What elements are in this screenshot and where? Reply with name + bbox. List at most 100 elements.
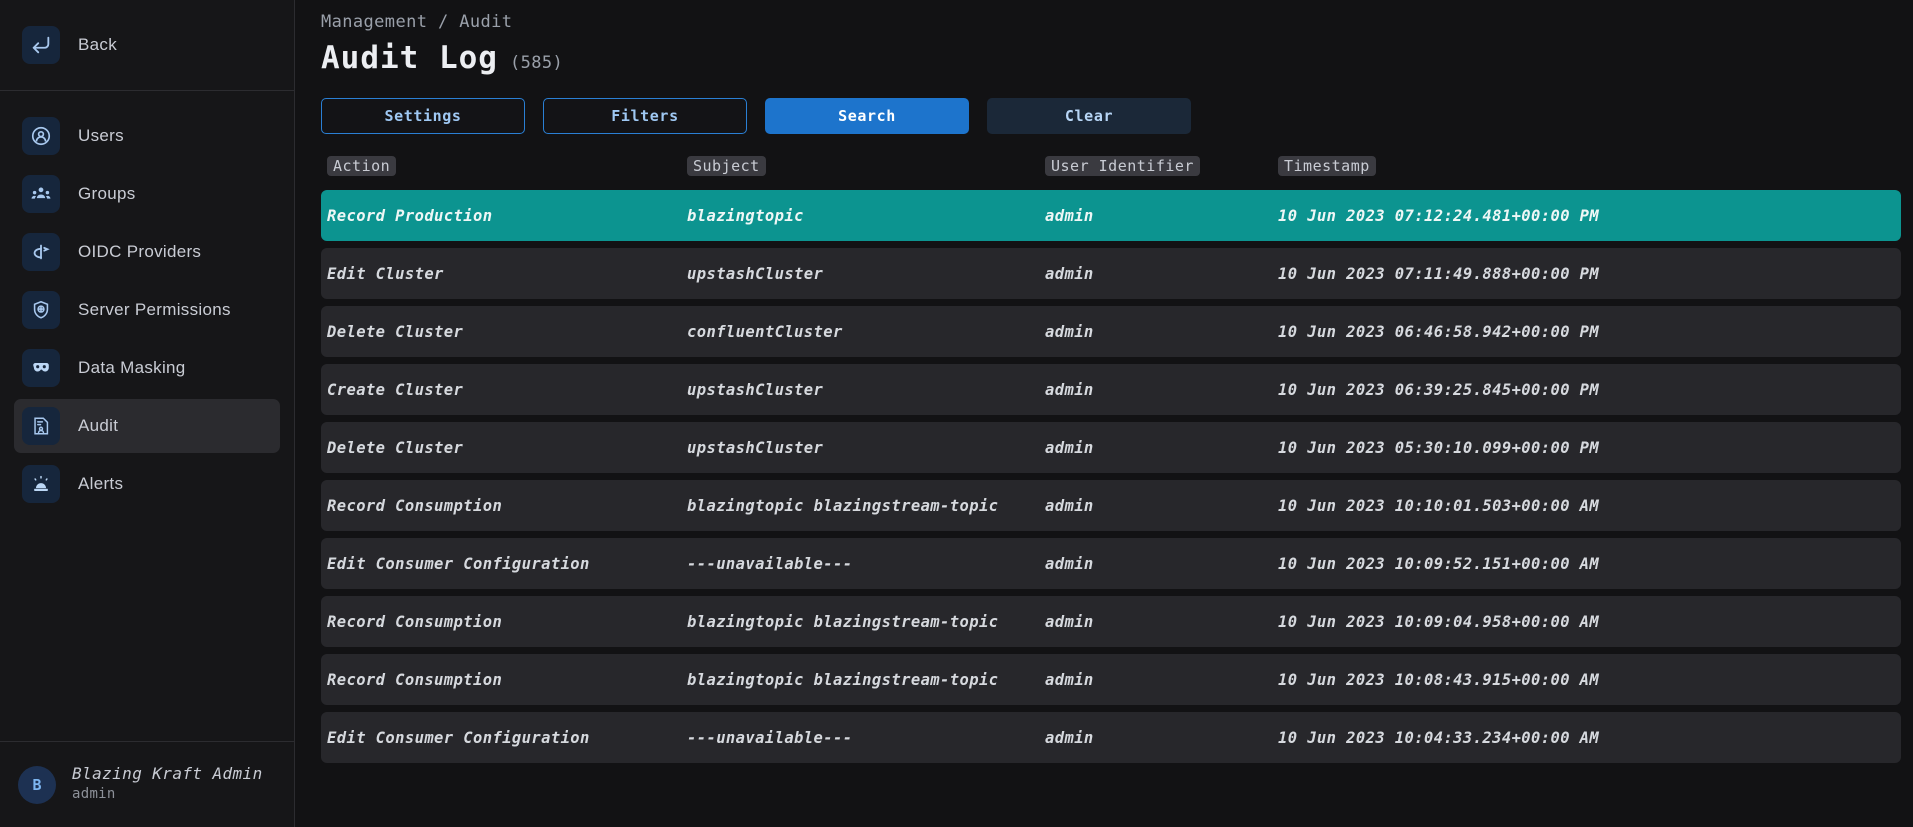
column-header-user-wrap: User Identifier bbox=[1045, 156, 1278, 178]
table-row[interactable]: Edit Cluster upstashCluster admin 10 Jun 20… bbox=[321, 248, 1901, 299]
sidebar-item-label-oidc: OIDC Providers bbox=[78, 242, 202, 261]
cell-action: Record Consumption bbox=[327, 496, 503, 515]
cell-action: Edit Consumer Configuration bbox=[327, 554, 590, 573]
cell-action: Delete Cluster bbox=[327, 438, 464, 457]
sidebar-item-label-back: Back bbox=[78, 35, 117, 54]
search-button[interactable]: Search bbox=[765, 98, 969, 134]
cell-timestamp: 10 Jun 2023 10:08:43.915+00:00 AM bbox=[1278, 670, 1600, 689]
profile-name: Blazing Kraft Admin bbox=[72, 764, 263, 784]
table-row[interactable]: Edit Consumer Configuration ---unavailabl… bbox=[321, 712, 1901, 763]
avatar: B bbox=[18, 765, 56, 804]
cell-timestamp: 10 Jun 2023 10:09:52.151+00:00 AM bbox=[1278, 554, 1600, 573]
column-header-timestamp-wrap: Timestamp bbox=[1278, 156, 1883, 178]
sidebar-item-label-alerts: Alerts bbox=[78, 474, 124, 493]
cell-action: Record Production bbox=[327, 206, 493, 225]
sidebar-top-section: Back bbox=[0, 0, 294, 91]
cell-timestamp: 10 Jun 2023 06:46:58.942+00:00 PM bbox=[1278, 322, 1600, 341]
audit-log-table: Record Production blazingtopic admin 10 Jun… bbox=[321, 190, 1901, 763]
cell-user-identifier: admin bbox=[1045, 612, 1094, 631]
cell-timestamp: 10 Jun 2023 05:30:10.099+00:00 PM bbox=[1278, 438, 1600, 457]
cell-subject: blazingtopic blazingstream-topic bbox=[687, 496, 999, 515]
audit-document-icon bbox=[22, 407, 60, 445]
table-row[interactable]: Record Consumption blazingtopic blazingst… bbox=[321, 596, 1901, 647]
table-row[interactable]: Record Production blazingtopic admin 10 Jun… bbox=[321, 190, 1901, 241]
toolbar: Settings Filters Search Clear bbox=[321, 98, 1889, 134]
cell-subject: blazingtopic bbox=[687, 206, 804, 225]
cell-user-identifier: admin bbox=[1045, 438, 1094, 457]
groups-icon bbox=[22, 175, 60, 213]
settings-button[interactable]: Settings bbox=[321, 98, 525, 134]
cell-subject: confluentCluster bbox=[687, 322, 843, 341]
cell-user-identifier: admin bbox=[1045, 496, 1094, 515]
mask-icon bbox=[22, 349, 60, 387]
sidebar-item-data-masking[interactable]: Data Masking bbox=[14, 341, 280, 395]
page-title-row: Audit Log (585) bbox=[321, 40, 1889, 76]
column-header-action[interactable]: Action bbox=[327, 156, 397, 176]
profile-text-block: Blazing Kraft Admin admin bbox=[72, 764, 263, 804]
cell-subject: blazingtopic blazingstream-topic bbox=[687, 612, 999, 631]
sidebar-item-oidc-providers[interactable]: OIDC Providers bbox=[14, 225, 280, 279]
breadcrumb: Management / Audit bbox=[321, 12, 513, 32]
sidebar-item-label-users: Users bbox=[78, 126, 124, 145]
column-header-user-identifier[interactable]: User Identifier bbox=[1045, 156, 1200, 176]
sidebar-item-server-permissions[interactable]: Server Permissions bbox=[14, 283, 280, 337]
page-title: Audit Log bbox=[321, 40, 498, 76]
sidebar-item-audit[interactable]: Audit bbox=[14, 399, 280, 453]
table-header-row: Action Subject User Identifier Timestamp bbox=[321, 156, 1889, 178]
cell-action: Record Consumption bbox=[327, 612, 503, 631]
sidebar-nav: Users Groups OIDC Providers Server Permi… bbox=[0, 91, 294, 741]
sidebar-item-users[interactable]: Users bbox=[14, 109, 280, 163]
cell-subject: upstashCluster bbox=[687, 380, 824, 399]
cell-timestamp: 10 Jun 2023 10:04:33.234+00:00 AM bbox=[1278, 728, 1600, 747]
sidebar-item-label-data-masking: Data Masking bbox=[78, 358, 186, 377]
cell-timestamp: 10 Jun 2023 10:09:04.958+00:00 AM bbox=[1278, 612, 1600, 631]
cell-user-identifier: admin bbox=[1045, 322, 1094, 341]
cell-timestamp: 10 Jun 2023 07:11:49.888+00:00 PM bbox=[1278, 264, 1600, 283]
cell-user-identifier: admin bbox=[1045, 206, 1094, 225]
sidebar: Back Users Groups OIDC Providers Server … bbox=[0, 0, 295, 827]
sidebar-user-profile[interactable]: B Blazing Kraft Admin admin bbox=[0, 741, 294, 827]
sidebar-item-label-groups: Groups bbox=[78, 184, 136, 203]
cell-subject: upstashCluster bbox=[687, 438, 824, 457]
table-row[interactable]: Record Consumption blazingtopic blazingst… bbox=[321, 480, 1901, 531]
column-header-timestamp[interactable]: Timestamp bbox=[1278, 156, 1376, 176]
back-arrow-icon bbox=[22, 26, 60, 64]
cell-action: Delete Cluster bbox=[327, 322, 464, 341]
table-row[interactable]: Create Cluster upstashCluster admin 10 Jun … bbox=[321, 364, 1901, 415]
table-row[interactable]: Edit Consumer Configuration ---unavailabl… bbox=[321, 538, 1901, 589]
cell-timestamp: 10 Jun 2023 10:10:01.503+00:00 AM bbox=[1278, 496, 1600, 515]
user-circle-icon bbox=[22, 117, 60, 155]
sidebar-item-alerts[interactable]: Alerts bbox=[14, 457, 280, 511]
cell-user-identifier: admin bbox=[1045, 670, 1094, 689]
clear-button[interactable]: Clear bbox=[987, 98, 1191, 134]
filters-button[interactable]: Filters bbox=[543, 98, 747, 134]
cell-action: Record Consumption bbox=[327, 670, 503, 689]
alarm-light-icon bbox=[22, 465, 60, 503]
cell-timestamp: 10 Jun 2023 07:12:24.481+00:00 PM bbox=[1278, 206, 1600, 225]
table-row[interactable]: Delete Cluster confluentCluster admin 10 Ju… bbox=[321, 306, 1901, 357]
cell-subject: upstashCluster bbox=[687, 264, 824, 283]
column-header-subject-wrap: Subject bbox=[687, 156, 1045, 178]
column-header-action-wrap: Action bbox=[327, 156, 687, 178]
shield-icon bbox=[22, 291, 60, 329]
table-row[interactable]: Delete Cluster upstashCluster admin 10 Jun … bbox=[321, 422, 1901, 473]
table-row[interactable]: Record Consumption blazingtopic blazingst… bbox=[321, 654, 1901, 705]
page-title-count: (585) bbox=[509, 53, 564, 73]
sidebar-item-groups[interactable]: Groups bbox=[14, 167, 280, 221]
main-content: Management / Audit Audit Log (585) Setti… bbox=[295, 0, 1913, 827]
cell-subject: ---unavailable--- bbox=[687, 554, 853, 573]
cell-subject: ---unavailable--- bbox=[687, 728, 853, 747]
cell-user-identifier: admin bbox=[1045, 264, 1094, 283]
column-header-subject[interactable]: Subject bbox=[687, 156, 766, 176]
cell-action: Edit Consumer Configuration bbox=[327, 728, 590, 747]
sidebar-item-label-server-permissions: Server Permissions bbox=[78, 300, 231, 319]
cell-action: Edit Cluster bbox=[327, 264, 444, 283]
sidebar-item-label-audit: Audit bbox=[78, 416, 119, 435]
cell-subject: blazingtopic blazingstream-topic bbox=[687, 670, 999, 689]
cell-user-identifier: admin bbox=[1045, 728, 1094, 747]
cell-action: Create Cluster bbox=[327, 380, 464, 399]
cell-user-identifier: admin bbox=[1045, 554, 1094, 573]
app-root: Back Users Groups OIDC Providers Server … bbox=[0, 0, 1913, 827]
sidebar-item-back[interactable]: Back bbox=[14, 18, 280, 72]
cell-user-identifier: admin bbox=[1045, 380, 1094, 399]
